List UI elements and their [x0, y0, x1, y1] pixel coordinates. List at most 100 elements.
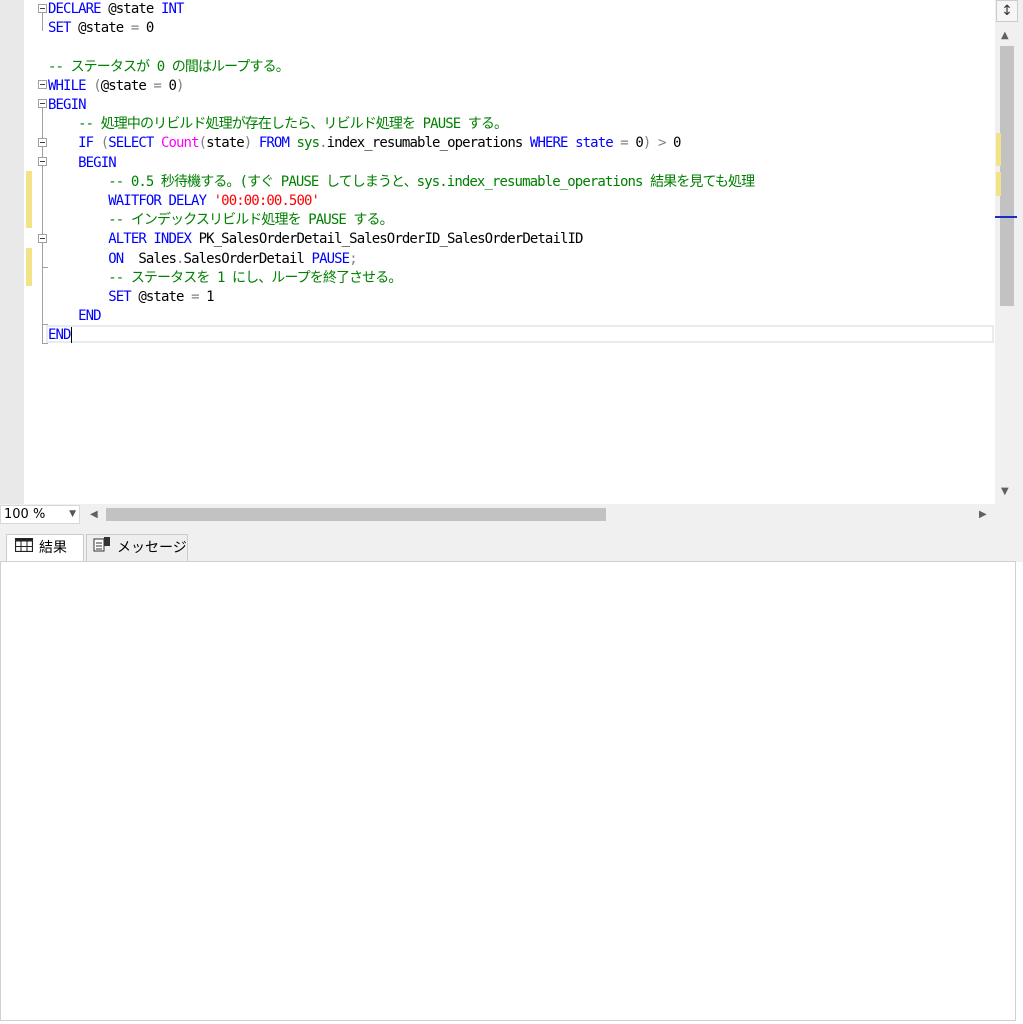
code-token: -- 0.5 秒待機する。(すぐ PAUSE してしまうと、sys.index_…	[108, 173, 755, 190]
chevron-down-icon: ▼	[69, 509, 76, 519]
code-line[interactable]: WAITFOR DELAY '00:00:00.500'	[48, 192, 320, 211]
vertical-scroll-thumb[interactable]	[1000, 46, 1014, 306]
code-token: )	[642, 135, 658, 152]
code-line[interactable]: -- ステータスが 0 の間はループする。	[48, 58, 290, 77]
code-token: END	[48, 327, 71, 344]
code-token: )	[243, 135, 259, 152]
code-token: .	[319, 135, 327, 152]
collapse-icon[interactable]	[38, 4, 47, 13]
caret-position-marker	[995, 216, 1017, 218]
code-line[interactable]: SET @state = 0	[48, 19, 154, 38]
editor-gutter	[0, 0, 24, 504]
messages-icon	[93, 535, 111, 561]
code-token: END	[78, 308, 101, 325]
code-line[interactable]: -- インデックスリビルド処理を PAUSE する。	[48, 211, 393, 230]
outline-tick	[43, 267, 48, 268]
code-line[interactable]: ON Sales.SalesOrderDetail PAUSE;	[48, 250, 357, 269]
code-token: @state	[108, 1, 161, 17]
code-line[interactable]: DECLARE @state INT	[48, 0, 184, 19]
split-icon[interactable]: ↕	[996, 0, 1018, 22]
scroll-left-icon[interactable]: ◀	[90, 509, 98, 520]
code-line[interactable]: SET @state = 1	[48, 288, 214, 307]
results-panel	[0, 561, 1016, 1021]
change-indicator	[26, 248, 32, 286]
code-token: state	[206, 135, 245, 152]
tab-messages[interactable]: メッセージ	[86, 534, 188, 562]
outline-line	[42, 13, 43, 31]
code-line[interactable]: -- ステータスを 1 にし、ループを終了させる。	[48, 269, 402, 288]
code-token: -- ステータスが 0 の間はループする。	[48, 58, 290, 75]
scroll-down-icon[interactable]: ▼	[1001, 486, 1009, 497]
tab-messages-label: メッセージ	[117, 540, 187, 556]
code-token: (	[93, 77, 101, 94]
code-line[interactable]: BEGIN	[48, 96, 87, 115]
collapse-icon[interactable]	[38, 80, 47, 89]
code-token: -- 処理中のリビルド処理が存在したら、リビルド処理を PAUSE する。	[78, 116, 508, 133]
scroll-up-icon[interactable]: ▲	[1001, 30, 1009, 41]
code-token: =	[191, 289, 207, 305]
code-token: BEGIN	[78, 154, 117, 171]
code-token: ALTER INDEX	[108, 231, 199, 248]
code-token: WHERE	[529, 135, 576, 152]
query-editor[interactable]: DECLARE @state INT SET @state = 0 -- ステータス…	[0, 0, 1023, 504]
outline-tick	[43, 343, 48, 344]
collapse-icon[interactable]	[38, 157, 47, 166]
code-token: state	[575, 135, 621, 152]
code-line[interactable]: -- 0.5 秒待機する。(すぐ PAUSE してしまうと、sys.index_…	[48, 173, 755, 192]
outline-tick	[43, 324, 48, 325]
code-token: 0	[168, 77, 177, 94]
code-token: 1	[206, 289, 214, 305]
code-token: ;	[349, 250, 357, 267]
code-line[interactable]: -- 処理中のリビルド処理が存在したら、リビルド処理を PAUSE する。	[48, 115, 508, 134]
code-token: SET	[48, 20, 79, 37]
code-token: ON	[108, 250, 139, 267]
tab-results[interactable]: 結果	[6, 534, 84, 562]
code-token: @state	[100, 77, 154, 94]
code-token: Sales	[138, 250, 177, 267]
code-token: IF	[78, 135, 101, 152]
code-token: BEGIN	[48, 97, 87, 113]
scroll-right-icon[interactable]: ▶	[979, 509, 987, 520]
tab-results-label: 結果	[39, 540, 67, 556]
code-token: 0	[145, 20, 154, 37]
code-line[interactable]: END	[48, 307, 101, 326]
code-token: 0	[635, 135, 643, 152]
code-token: @state	[78, 20, 131, 37]
code-line[interactable]: END	[48, 326, 72, 345]
code-token: =	[130, 20, 146, 37]
code-token: WAITFOR DELAY	[108, 193, 214, 209]
change-marker	[996, 172, 1001, 196]
code-token: =	[620, 135, 636, 152]
code-token: WHILE	[48, 77, 94, 94]
code-token: sys	[296, 135, 320, 152]
code-token: SELECT	[108, 135, 161, 152]
code-token: @state	[138, 289, 192, 305]
collapse-icon[interactable]	[38, 99, 47, 108]
code-token: >	[657, 135, 674, 152]
code-line[interactable]: WHILE (@state = 0)	[48, 77, 184, 96]
zoom-dropdown[interactable]: 100 % ▼	[0, 505, 80, 524]
code-token: DECLARE	[48, 1, 109, 17]
collapse-icon[interactable]	[38, 138, 47, 147]
code-token: =	[153, 77, 169, 94]
code-token: '00:00:00.500'	[213, 193, 320, 209]
code-token: SalesOrderDetail	[183, 250, 312, 267]
collapse-icon[interactable]	[38, 234, 47, 243]
code-text-area[interactable]: DECLARE @state INT SET @state = 0 -- ステータス…	[48, 0, 995, 504]
horizontal-scroll-thumb[interactable]	[106, 508, 606, 521]
code-token: -- ステータスを 1 にし、ループを終了させる。	[108, 269, 402, 286]
code-line[interactable]: IF (SELECT Count(state) FROM sys.index_r…	[48, 134, 681, 153]
code-token: PAUSE	[311, 250, 351, 267]
code-line[interactable]: ALTER INDEX PK_SalesOrderDetail_SalesOrd…	[48, 230, 583, 249]
code-line[interactable]: BEGIN	[48, 154, 117, 173]
code-token: 0	[673, 135, 681, 152]
